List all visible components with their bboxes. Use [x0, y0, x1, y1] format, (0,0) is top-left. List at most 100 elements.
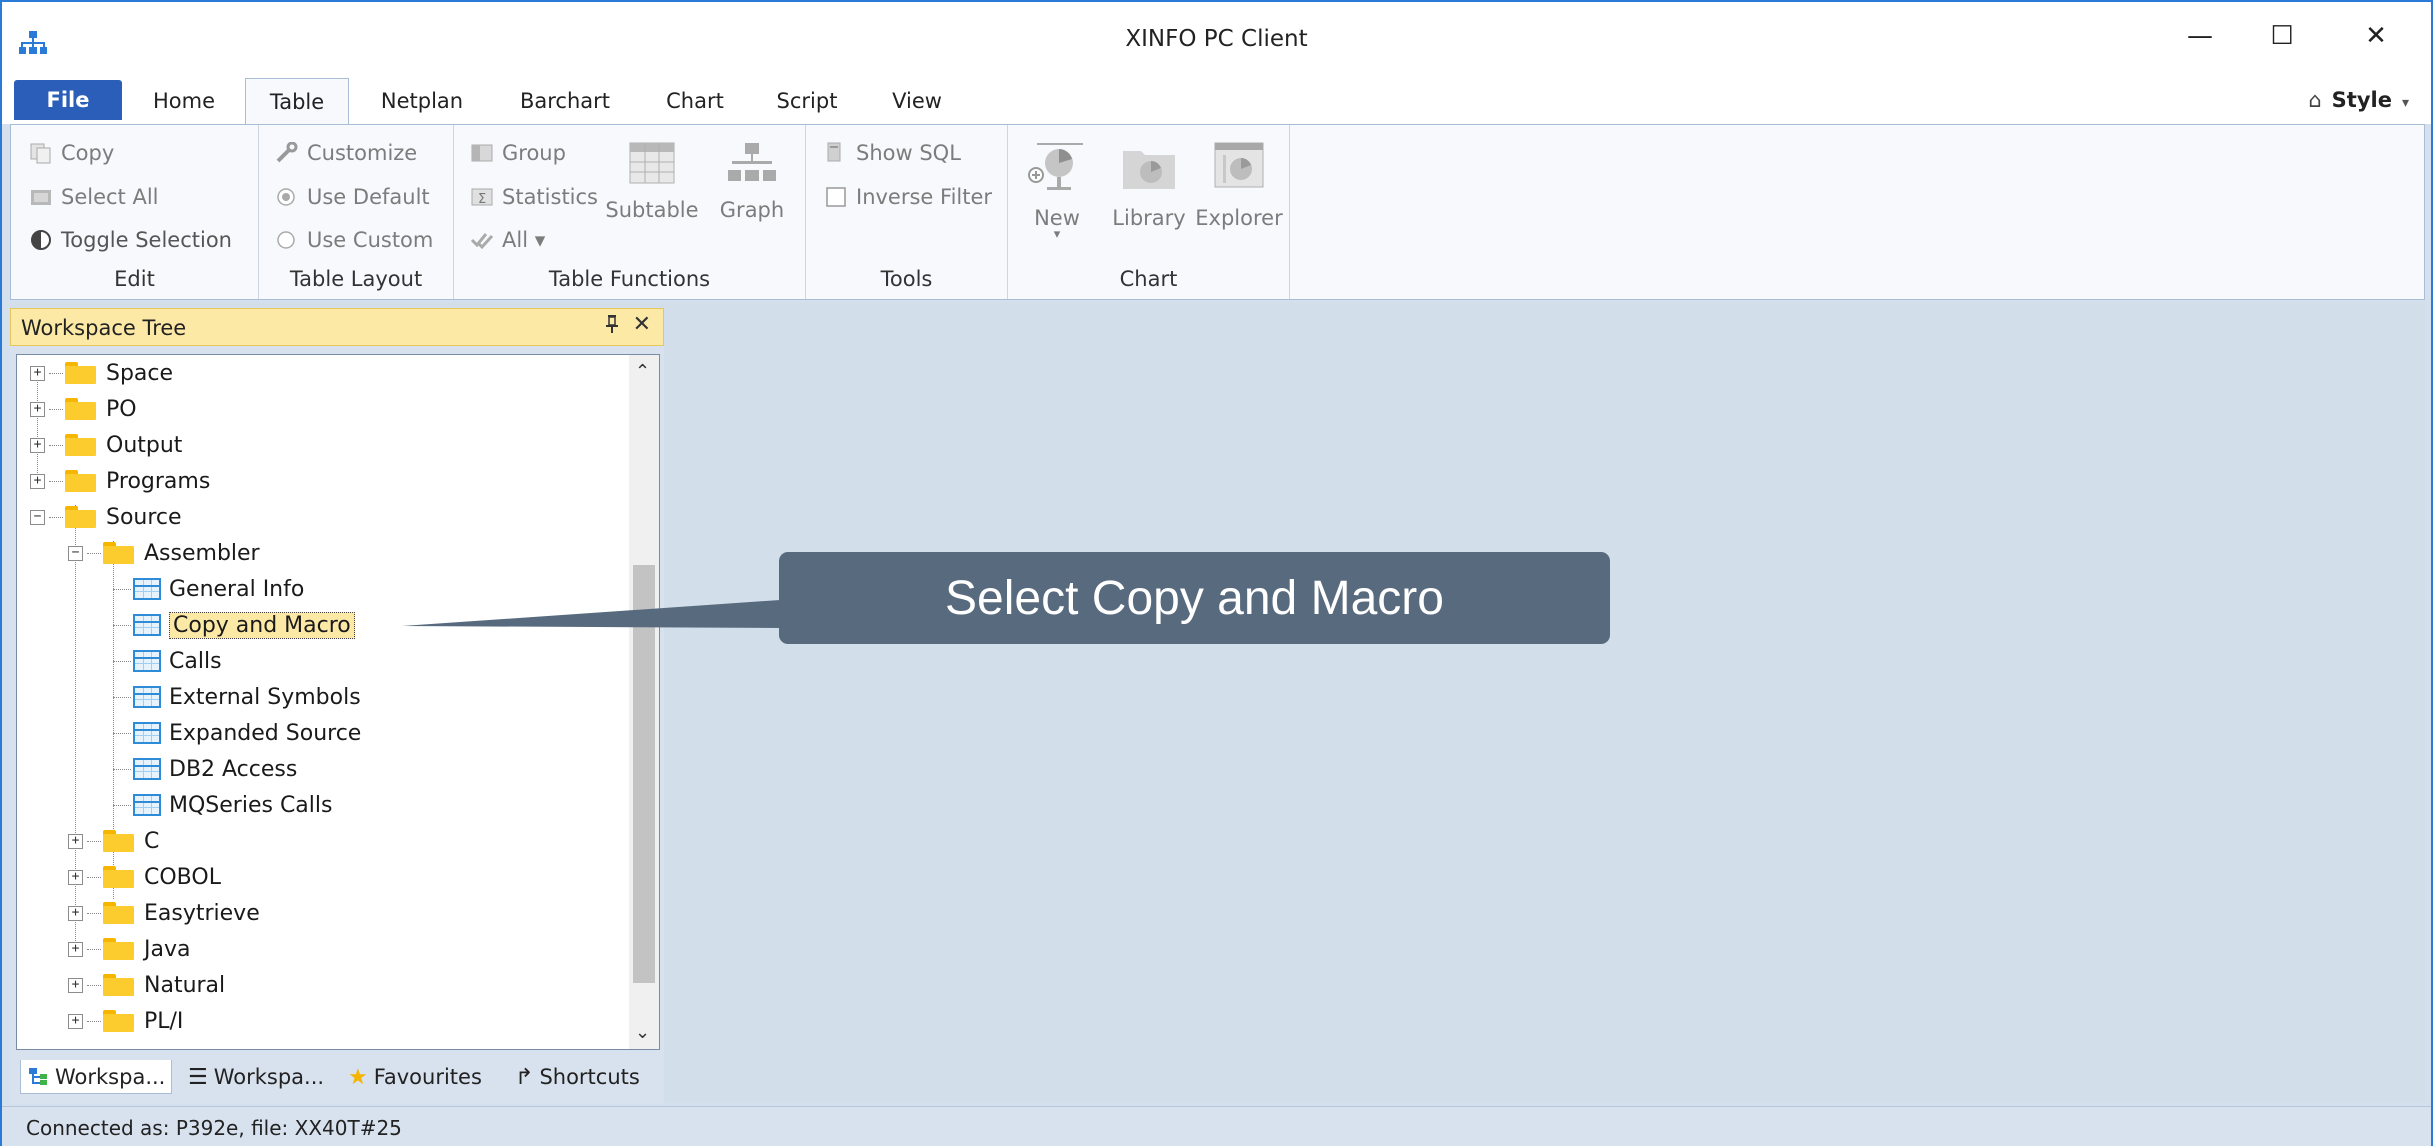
workspace-tree-header: Workspace Tree ✕	[10, 308, 664, 346]
tree-node-label: Output	[106, 432, 183, 458]
statistics-button[interactable]: Σ Statistics	[470, 185, 598, 209]
instruction-callout: Select Copy and Macro	[779, 552, 1610, 644]
copy-button[interactable]: Copy	[29, 141, 114, 165]
tab-workspace-list[interactable]: ☰ Workspa...	[188, 1060, 324, 1094]
chart-group-label: Chart	[1119, 267, 1178, 291]
inverse-filter-checkbox[interactable]: Inverse Filter	[824, 185, 992, 209]
table-icon	[133, 614, 161, 636]
expand-icon[interactable]: +	[68, 905, 83, 921]
tree-node-calls[interactable]: Calls	[113, 645, 222, 677]
graph-label: Graph	[719, 198, 785, 222]
use-default-radio[interactable]: Use Default	[275, 185, 430, 209]
expand-icon[interactable]: +	[68, 869, 83, 885]
explorer-window-icon	[1214, 142, 1264, 188]
sql-document-icon	[827, 142, 841, 162]
tab-view[interactable]: View	[877, 78, 957, 124]
check-all-icon	[470, 233, 494, 250]
collapse-icon[interactable]: −	[30, 509, 45, 525]
tools-group-label: Tools	[880, 267, 933, 291]
minimize-button[interactable]: —	[2170, 14, 2230, 58]
scroll-up-icon[interactable]: ⌃	[635, 361, 650, 382]
tree-node-assembler[interactable]: − Assembler	[68, 537, 260, 569]
folder-icon	[65, 506, 96, 528]
tab-shortcuts-label: Shortcuts	[539, 1065, 640, 1089]
show-sql-label: Show SQL	[856, 141, 961, 165]
tree-node-natural[interactable]: + Natural	[68, 969, 225, 1001]
tree-node-easytrieve[interactable]: + Easytrieve	[68, 897, 260, 929]
expand-icon[interactable]: +	[30, 473, 45, 489]
star-icon: ★	[348, 1064, 368, 1090]
expand-icon[interactable]: +	[68, 977, 83, 993]
select-all-label: Select All	[61, 185, 159, 209]
graph-button[interactable]: Graph	[712, 141, 792, 222]
tree-node-java[interactable]: + Java	[68, 933, 190, 965]
tab-favourites[interactable]: ★ Favourites	[348, 1060, 482, 1094]
customize-button[interactable]: Customize	[275, 141, 417, 165]
tree-node-programs[interactable]: + Programs	[30, 465, 210, 497]
status-bar: Connected as: P392e, file: XX40T#25	[2, 1106, 2431, 1146]
use-custom-radio[interactable]: Use Custom	[275, 228, 433, 252]
tree-node-space[interactable]: + Space	[30, 357, 173, 389]
title-bar: XINFO PC Client — ☐ ✕	[2, 2, 2431, 78]
wrench-icon	[276, 142, 298, 163]
select-all-button[interactable]: Select All	[29, 185, 159, 209]
tree-node-pli[interactable]: + PL/I	[68, 1005, 183, 1037]
tree-node-output[interactable]: + Output	[30, 429, 182, 461]
scroll-down-icon[interactable]: ⌄	[635, 1022, 650, 1043]
tab-shortcuts[interactable]: ↱ Shortcuts	[515, 1060, 640, 1094]
subtable-button[interactable]: Subtable	[602, 141, 702, 222]
tree-node-copy-and-macro[interactable]: Copy and Macro	[113, 609, 355, 641]
tree-node-label: Source	[106, 504, 182, 530]
tree-node-po[interactable]: + PO	[30, 393, 137, 425]
maximize-button[interactable]: ☐	[2252, 14, 2312, 58]
shortcut-arrow-icon: ↱	[515, 1064, 534, 1090]
tab-barchart[interactable]: Barchart	[507, 78, 623, 124]
expand-icon[interactable]: +	[30, 365, 45, 381]
tab-script[interactable]: Script	[764, 78, 850, 124]
tree-node-expanded-source[interactable]: Expanded Source	[113, 717, 361, 749]
expand-icon[interactable]: +	[30, 437, 45, 453]
library-button[interactable]: Library	[1108, 141, 1190, 230]
collapse-ribbon-icon[interactable]: ⌂	[2308, 88, 2321, 112]
tab-file[interactable]: File	[14, 80, 122, 120]
tree-node-db2-access[interactable]: DB2 Access	[113, 753, 297, 785]
list-icon: ☰	[188, 1064, 208, 1090]
tab-chart[interactable]: Chart	[652, 78, 738, 124]
tab-table[interactable]: Table	[245, 78, 349, 125]
expand-icon[interactable]: +	[68, 1013, 83, 1029]
new-chart-button[interactable]: New ▾	[1022, 141, 1092, 241]
style-label: Style	[2331, 88, 2392, 112]
pin-icon[interactable]	[605, 314, 619, 339]
explorer-button[interactable]: Explorer	[1194, 141, 1284, 230]
panel-close-icon[interactable]: ✕	[633, 312, 651, 337]
collapse-icon[interactable]: −	[68, 545, 83, 561]
tab-home[interactable]: Home	[140, 78, 228, 124]
tree-node-label: Java	[144, 936, 191, 962]
style-menu[interactable]: ⌂ Style ▾	[2308, 88, 2409, 112]
tab-netplan[interactable]: Netplan	[367, 78, 477, 124]
expand-icon[interactable]: +	[68, 941, 83, 957]
tree-node-general-info[interactable]: General Info	[113, 573, 304, 605]
group-button[interactable]: Group	[470, 141, 566, 165]
tree-node-cobol[interactable]: + COBOL	[68, 861, 221, 893]
tab-workspace-list-label: Workspa...	[213, 1065, 325, 1089]
tab-workspace-tree[interactable]: Workspa...	[20, 1060, 173, 1094]
tree-node-external-symbols[interactable]: External Symbols	[113, 681, 361, 713]
tree-node-c[interactable]: + C	[68, 825, 159, 857]
tree-node-label: Expanded Source	[169, 720, 362, 746]
scrollbar-thumb[interactable]	[633, 565, 655, 983]
all-dropdown[interactable]: All ▾	[470, 228, 545, 252]
workspace-tree-title: Workspace Tree	[21, 316, 187, 340]
folder-icon	[65, 398, 96, 420]
tree-node-source[interactable]: − Source	[30, 501, 182, 533]
tree-node-label: DB2 Access	[169, 756, 298, 782]
statistics-label: Statistics	[502, 185, 598, 209]
group-chart: New ▾ Library Explorer Chart	[1008, 125, 1290, 299]
toggle-selection-button[interactable]: Toggle Selection	[29, 228, 232, 252]
expand-icon[interactable]: +	[30, 401, 45, 417]
close-button[interactable]: ✕	[2346, 14, 2406, 58]
show-sql-button[interactable]: Show SQL	[824, 141, 961, 165]
tree-node-mqseries-calls[interactable]: MQSeries Calls	[113, 789, 332, 821]
expand-icon[interactable]: +	[68, 833, 83, 849]
tree-scrollbar[interactable]: ⌃ ⌄	[629, 355, 659, 1049]
